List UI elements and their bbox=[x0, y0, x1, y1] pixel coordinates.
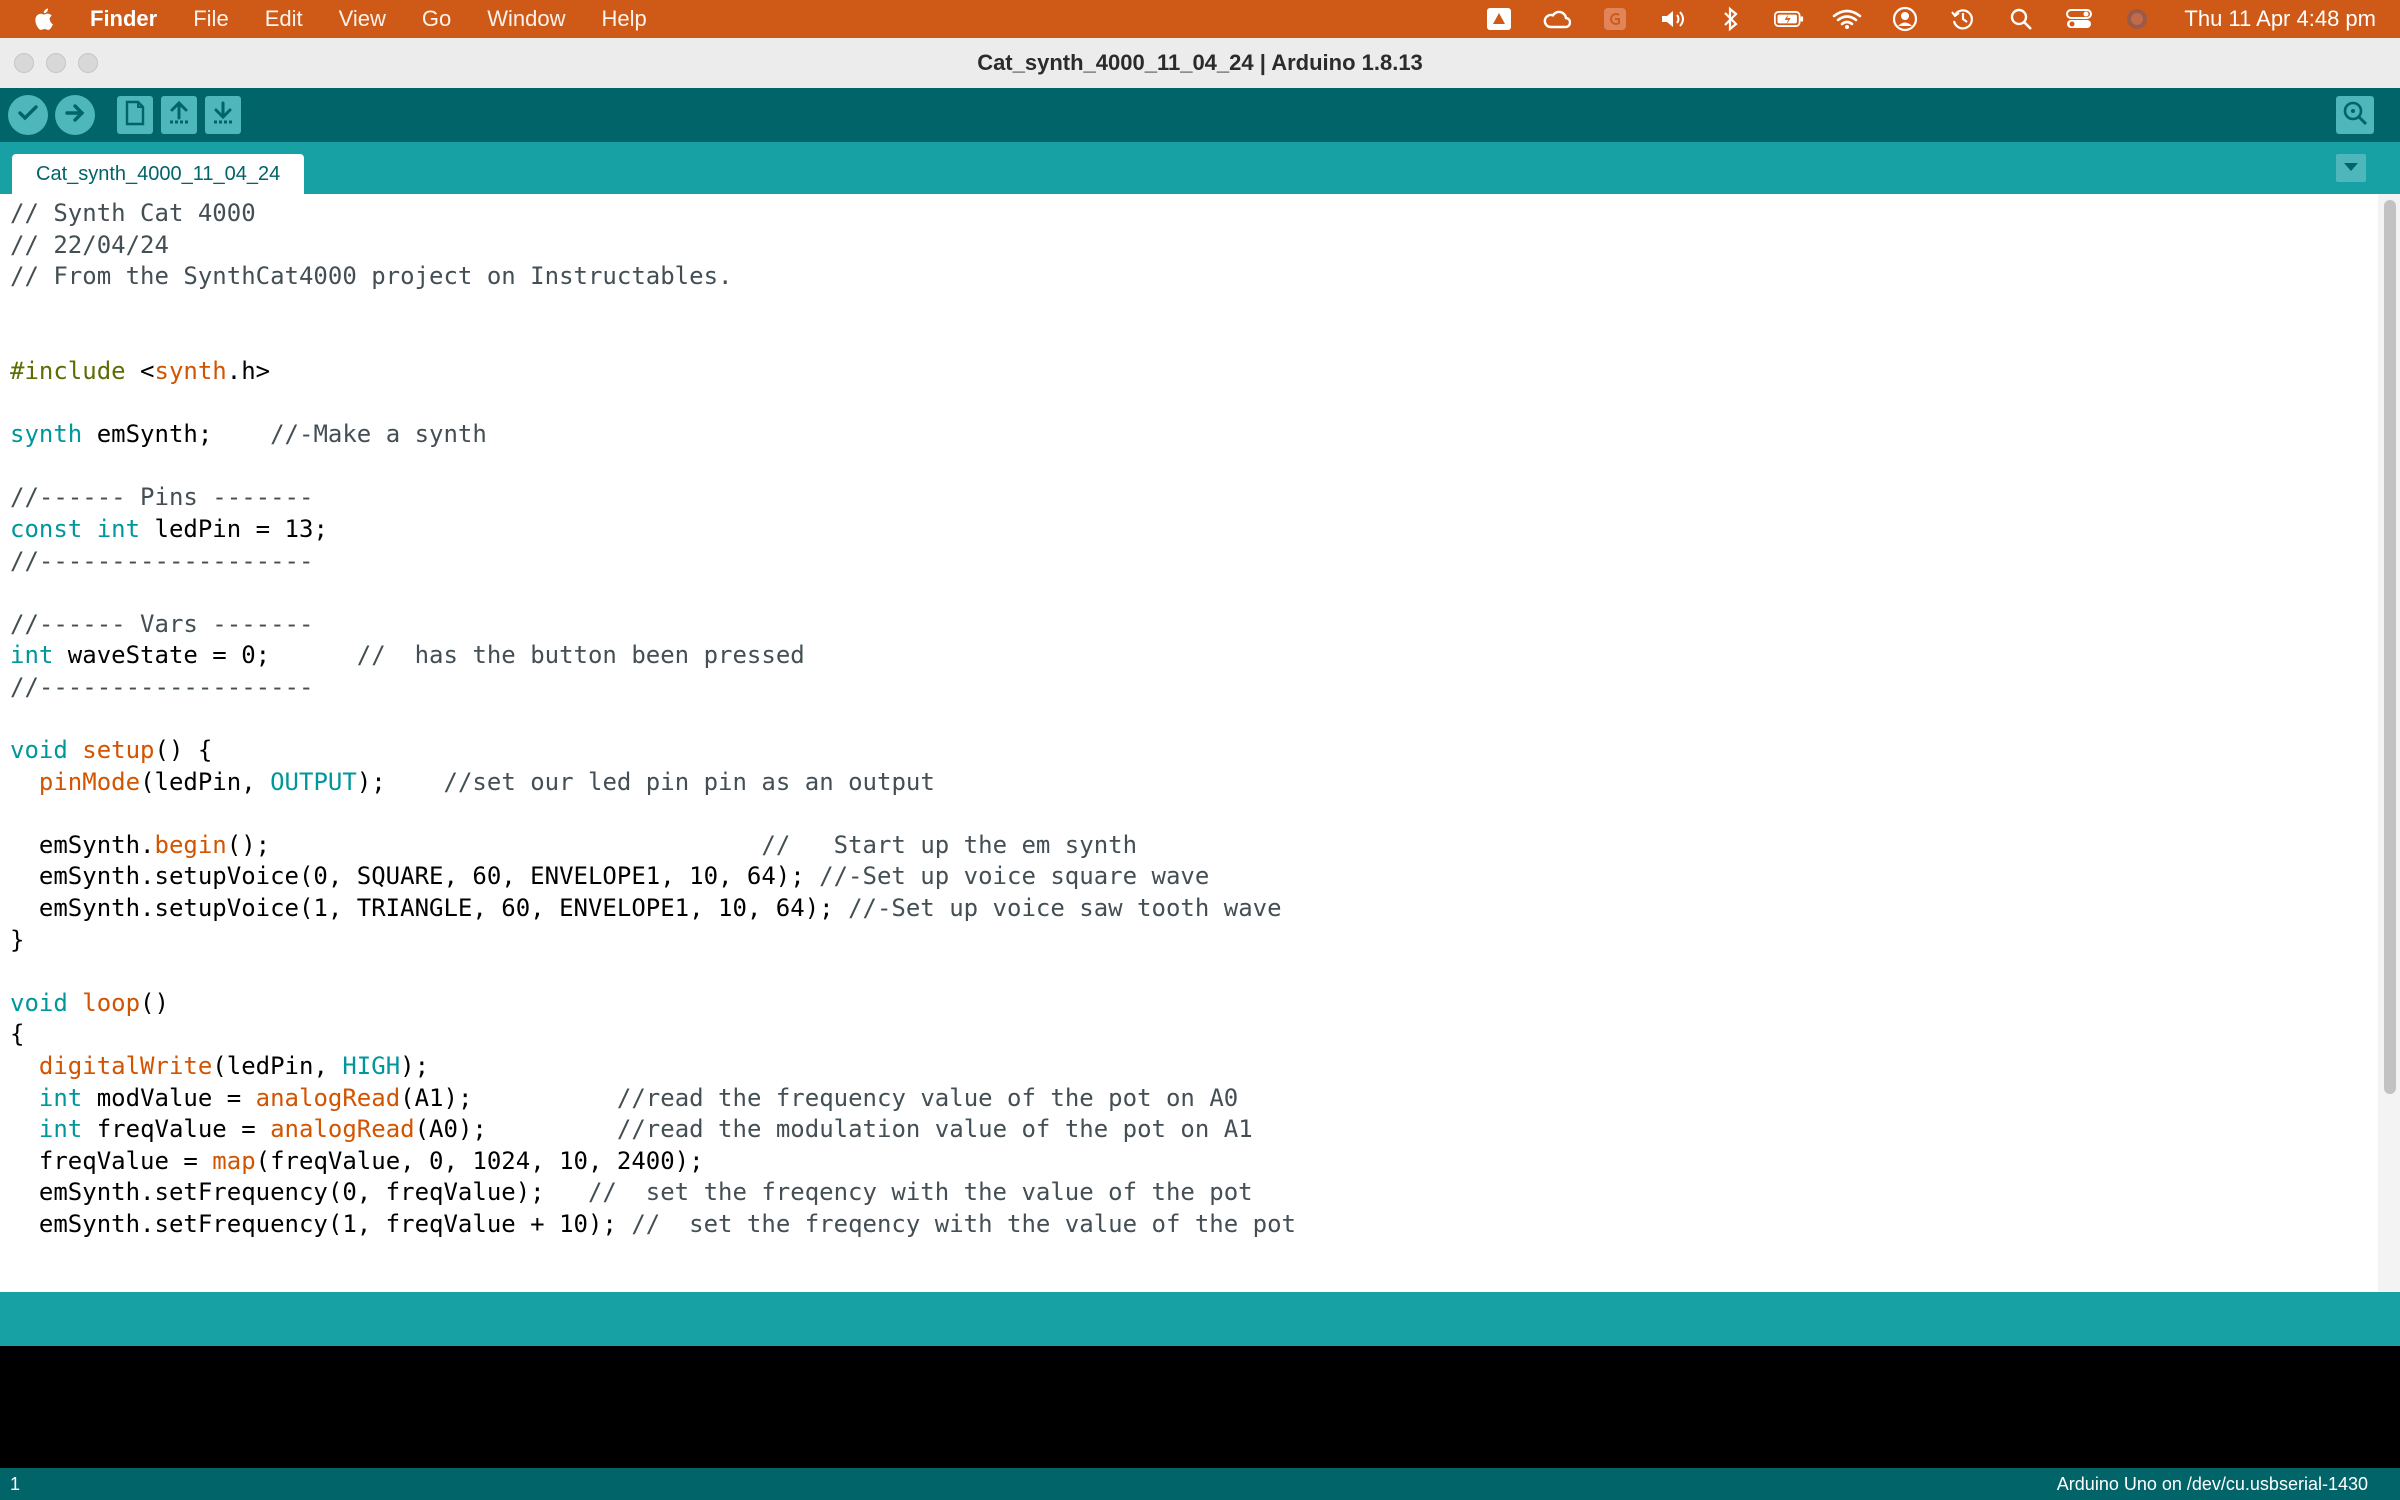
close-window-button[interactable] bbox=[14, 53, 34, 73]
editor-scrollbar-thumb[interactable] bbox=[2384, 200, 2396, 1094]
menu-window[interactable]: Window bbox=[487, 6, 565, 32]
menu-bar-clock[interactable]: Thu 11 Apr 4:48 pm bbox=[2184, 6, 2376, 32]
code-line: } bbox=[10, 925, 25, 954]
board-port-label: Arduino Uno on /dev/cu.usbserial-1430 bbox=[2056, 1474, 2368, 1494]
window-controls bbox=[14, 53, 110, 73]
menu-help[interactable]: Help bbox=[602, 6, 647, 32]
code-line: //------------------- bbox=[10, 672, 314, 701]
window-title-bar[interactable]: Cat_synth_4000_11_04_24 | Arduino 1.8.13 bbox=[0, 38, 2400, 89]
apple-icon[interactable] bbox=[30, 4, 60, 34]
output-console[interactable] bbox=[0, 1346, 2400, 1468]
code-editor[interactable]: // Synth Cat 4000 // 22/04/24 // From the … bbox=[0, 194, 2378, 1292]
siri-icon[interactable] bbox=[2122, 4, 2152, 34]
code-line: emSynth.setFrequency(1, freqValue + 10);… bbox=[10, 1210, 1296, 1238]
sketch-tab-strip: Cat_synth_4000_11_04_24 bbox=[0, 142, 2400, 194]
chevron-down-icon bbox=[2343, 159, 2359, 177]
open-icon bbox=[167, 100, 191, 131]
code-line: int freqValue = analogRead(A0); //read t… bbox=[38, 1115, 1253, 1144]
code-line: emSynth.setupVoice(0, SQUARE, 60, ENVELO… bbox=[10, 862, 1210, 891]
code-line: // Synth Cat 4000 bbox=[10, 199, 256, 227]
serial-monitor-button[interactable] bbox=[2336, 96, 2374, 134]
menu-view[interactable]: View bbox=[339, 6, 386, 32]
new-icon bbox=[124, 100, 146, 131]
minimize-window-button[interactable] bbox=[46, 53, 66, 73]
code-line: //------ Pins ------- bbox=[10, 483, 314, 512]
code-line: { bbox=[10, 1020, 25, 1049]
drive-icon[interactable] bbox=[1484, 4, 1514, 34]
grammarly-icon[interactable] bbox=[1600, 4, 1630, 34]
new-sketch-button[interactable] bbox=[117, 96, 153, 134]
code-line: int waveState = 0; // has the button bee… bbox=[10, 641, 805, 670]
menu-edit[interactable]: Edit bbox=[265, 6, 303, 32]
verify-icon bbox=[16, 101, 40, 130]
code-line: synth emSynth; //-Make a synth bbox=[10, 420, 487, 449]
code-text[interactable]: // Synth Cat 4000 // 22/04/24 // From the … bbox=[10, 198, 1296, 1241]
serial-monitor-icon bbox=[2341, 99, 2369, 132]
code-line: //------------------- bbox=[10, 546, 314, 575]
code-line: #include <synth.h> bbox=[10, 356, 271, 385]
line-number: 1 bbox=[10, 1474, 21, 1494]
zoom-window-button[interactable] bbox=[78, 53, 98, 73]
creative-cloud-icon[interactable] bbox=[1542, 4, 1572, 34]
code-line: int modValue = analogRead(A1); //read th… bbox=[38, 1083, 1239, 1112]
tab-cat-synth[interactable]: Cat_synth_4000_11_04_24 bbox=[12, 154, 305, 194]
code-line: const int ledPin = 13; bbox=[10, 514, 328, 543]
code-line: // From the SynthCat4000 project on Inst… bbox=[10, 262, 733, 291]
volume-icon[interactable] bbox=[1658, 4, 1688, 34]
code-line: emSynth.setupVoice(1, TRIANGLE, 60, ENVE… bbox=[10, 894, 1282, 923]
menu-file[interactable]: File bbox=[193, 6, 228, 32]
user-icon[interactable] bbox=[1890, 4, 1920, 34]
code-line: pinMode(ledPin, OUTPUT); //set our led p… bbox=[38, 767, 935, 796]
control-center-icon[interactable] bbox=[2064, 4, 2094, 34]
arduino-toolbar bbox=[0, 88, 2400, 142]
upload-button[interactable] bbox=[55, 95, 95, 135]
code-line: emSynth.setFrequency(0, freqValue); // s… bbox=[10, 1178, 1253, 1207]
status-bar: 1 Arduino Uno on /dev/cu.usbserial-1430 bbox=[0, 1468, 2400, 1500]
menu-bar-status-area: Thu 11 Apr 4:48 pm bbox=[1470, 0, 2376, 38]
verify-button[interactable] bbox=[8, 95, 48, 135]
open-sketch-button[interactable] bbox=[161, 96, 197, 134]
menu-app-finder[interactable]: Finder bbox=[90, 6, 157, 32]
time-machine-icon[interactable] bbox=[1948, 4, 1978, 34]
menu-bar: Finder File Edit View Go Window Help Thu… bbox=[0, 0, 2400, 38]
save-icon bbox=[211, 100, 235, 131]
code-line: freqValue = map(freqValue, 0, 1024, 10, … bbox=[10, 1146, 704, 1175]
code-line: digitalWrite(ledPin, HIGH); bbox=[38, 1052, 430, 1081]
code-line: //------ Vars ------- bbox=[10, 609, 314, 638]
spotlight-icon[interactable] bbox=[2006, 4, 2036, 34]
code-line: // 22/04/24 bbox=[10, 230, 169, 259]
upload-icon bbox=[63, 101, 87, 130]
message-area bbox=[0, 1292, 2400, 1346]
window-title: Cat_synth_4000_11_04_24 | Arduino 1.8.13 bbox=[977, 50, 1423, 75]
code-line: void setup() { bbox=[10, 736, 213, 765]
tab-menu-button[interactable] bbox=[2336, 154, 2366, 182]
wifi-icon[interactable] bbox=[1832, 4, 1862, 34]
code-line: void loop() bbox=[10, 988, 169, 1017]
save-sketch-button[interactable] bbox=[205, 96, 241, 134]
code-line: emSynth.begin(); // Start up the em synt… bbox=[10, 830, 1138, 859]
menu-go[interactable]: Go bbox=[422, 6, 451, 32]
bluetooth-icon[interactable] bbox=[1716, 4, 1746, 34]
battery-icon[interactable] bbox=[1774, 4, 1804, 34]
